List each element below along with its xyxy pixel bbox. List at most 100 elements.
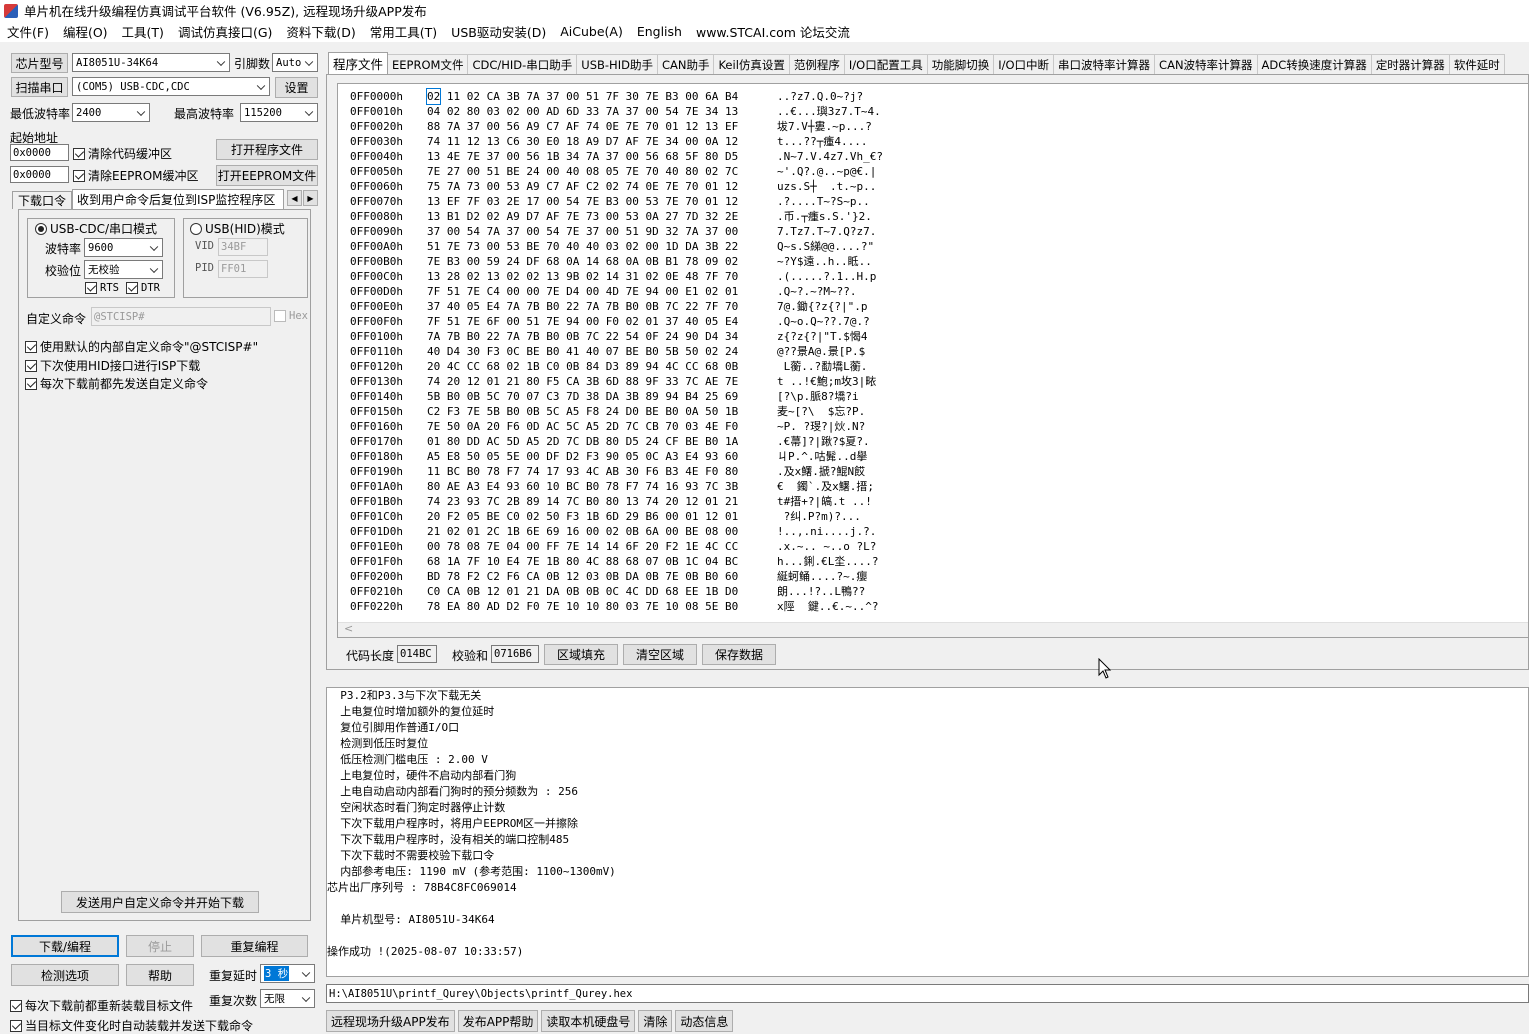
send-command-and-download-button[interactable]: 发送用户自定义命令并开始下载 bbox=[61, 891, 259, 913]
hex-row-ascii[interactable]: ~?Y$遠..h..眡.. bbox=[777, 255, 872, 268]
hex-row-ascii[interactable]: z{?z{?|"T.$愒4 bbox=[777, 330, 867, 343]
tab-14[interactable]: 软件延时 bbox=[1448, 54, 1505, 74]
menu-item-8[interactable]: English bbox=[630, 24, 689, 39]
hex-view[interactable]: 0FF0000h 02 11 02 CA 3B 7A 37 00 51 7F 30… bbox=[337, 83, 1529, 638]
hex-row[interactable]: 0FF01F0h 68 1A 7F 10 E4 7E 1B 80 4C 88 68… bbox=[350, 554, 878, 569]
hex-row-bytes[interactable]: 74 20 12 01 21 80 F5 CA 3B 6D 88 9F 33 7… bbox=[427, 374, 777, 389]
tab-11[interactable]: CAN波特率计算器 bbox=[1154, 54, 1258, 74]
hex-row-ascii[interactable]: 麦~[?\ $忘?P. bbox=[777, 405, 865, 418]
pid-input[interactable]: FF01 bbox=[218, 260, 268, 278]
menu-item-5[interactable]: 常用工具(T) bbox=[363, 22, 444, 41]
hex-row-bytes[interactable]: 7F 51 7E 6F 00 51 7E 94 00 F0 02 01 37 4… bbox=[427, 314, 777, 329]
hex-row-bytes[interactable]: 37 40 05 E4 7A 7B B0 22 7A 7B B0 0B 7C 2… bbox=[427, 299, 777, 314]
hex-row-bytes[interactable]: BD 78 F2 C2 F6 CA 0B 12 03 0B DA 0B 7E 0… bbox=[427, 569, 777, 584]
hex-row[interactable]: 0FF0170h 01 80 DD AC 5D A5 2D 7C DB 80 D5… bbox=[350, 434, 870, 449]
hex-row[interactable]: 0FF0120h 20 4C CC 68 02 1B C0 0B 84 D3 89… bbox=[350, 359, 867, 374]
hex-row-ascii[interactable]: .及x鱰.搋?鯤N餀 bbox=[777, 465, 865, 478]
hex-row-ascii[interactable]: .(.....?.1..H.p bbox=[777, 270, 876, 283]
hex-row-bytes[interactable]: 7E 50 0A 20 F6 0D AC 5C A5 2D 7C CB 70 0… bbox=[427, 419, 777, 434]
hex-row-bytes[interactable]: 13 EF 7F 03 2E 17 00 54 7E B3 00 53 7E 7… bbox=[427, 194, 777, 209]
hex-row-bytes[interactable]: 78 EA 80 AD D2 F0 7E 10 10 80 03 7E 10 0… bbox=[427, 599, 777, 614]
hex-row-bytes[interactable]: 00 78 08 7E 04 00 FF 7E 14 14 6F 20 F2 1… bbox=[427, 539, 777, 554]
hex-row-ascii[interactable]: .Q~?.~?M~??. bbox=[777, 285, 856, 298]
clear-eeprom-buffer-checkbox[interactable]: 清除EEPROM缓冲区 bbox=[73, 167, 199, 184]
hex-row-bytes[interactable]: 7A 7B B0 22 7A 7B B0 0B 7C 22 54 0F 24 9… bbox=[427, 329, 777, 344]
tab-2[interactable]: CDC/HID-串口助手 bbox=[467, 54, 578, 74]
hex-row-bytes[interactable]: 13 B1 D2 02 A9 D7 AF 7E 73 00 53 0A 27 7… bbox=[427, 209, 777, 224]
repeat-count-select[interactable]: 无限 bbox=[260, 989, 315, 1008]
hex-row-ascii[interactable]: ..€...璵3z7.T~4. bbox=[777, 105, 881, 118]
baud-select[interactable]: 9600 bbox=[84, 238, 163, 257]
download-program-button[interactable]: 下载/编程 bbox=[11, 935, 119, 957]
hex-row[interactable]: 0FF00B0h 7E B3 00 59 24 DF 68 0A 14 68 0A… bbox=[350, 254, 872, 269]
hex-row-ascii[interactable]: 朗...!?..L鴨?? bbox=[777, 585, 865, 598]
hex-row-ascii[interactable]: x陘 鍵..€.~..^? bbox=[777, 600, 878, 613]
hex-row[interactable]: 0FF00C0h 13 28 02 13 02 02 13 9B 02 14 31… bbox=[350, 269, 876, 284]
bottom-button-4[interactable]: 动态信息 bbox=[675, 1010, 734, 1032]
vid-input[interactable]: 34BF bbox=[218, 238, 268, 256]
hex-row-bytes[interactable]: C2 F3 7E 5B B0 0B 5C A5 F8 24 D0 BE B0 0… bbox=[427, 404, 777, 419]
hex-row-bytes[interactable]: C0 CA 0B 12 01 21 DA 0B 0B 0C 4C DD 68 E… bbox=[427, 584, 777, 599]
scroll-left-arrow-icon[interactable]: < bbox=[344, 622, 353, 635]
hex-row[interactable]: 0FF00A0h 51 7E 73 00 53 BE 70 40 40 03 02… bbox=[350, 239, 874, 254]
clear-code-buffer-checkbox[interactable]: 清除代码缓冲区 bbox=[73, 145, 172, 162]
hex-row-bytes[interactable]: 37 00 54 7A 37 00 54 7E 37 00 51 9D 32 7… bbox=[427, 224, 777, 239]
hex-row-bytes[interactable]: 88 7A 37 00 56 A9 C7 AF 74 0E 7E 70 01 1… bbox=[427, 119, 777, 134]
hex-row[interactable]: 0FF0190h 11 BC B0 78 F7 74 17 93 4C AB 30… bbox=[350, 464, 865, 479]
bottom-button-0[interactable]: 远程现场升级APP发布 bbox=[326, 1010, 455, 1032]
use-hid-next-checkbox[interactable]: 下次使用HID接口进行ISP下载 bbox=[25, 357, 200, 374]
hex-row-bytes[interactable]: 13 4E 7E 37 00 56 1B 34 7A 37 00 56 68 5… bbox=[427, 149, 777, 164]
min-baud-select[interactable]: 2400 bbox=[72, 103, 150, 122]
output-log[interactable]: P3.2和P3.3与下次下载无关 上电复位时增加额外的复位延时 复位引脚用作普通… bbox=[326, 687, 1529, 977]
hex-row-ascii[interactable]: uzs.S┼ .t.~p.. bbox=[777, 180, 876, 193]
hex-row-ascii[interactable]: @??景A@.景[P.$ bbox=[777, 345, 865, 358]
hex-row-ascii[interactable]: .币.┬瘇s.S.'}2. bbox=[777, 210, 872, 223]
hex-row-bytes[interactable]: 01 80 DD AC 5D A5 2D 7C DB 80 D5 24 CF B… bbox=[427, 434, 777, 449]
hex-row-ascii[interactable]: .€菷]?|踿?$夏?. bbox=[777, 435, 870, 448]
hex-row-bytes[interactable]: 68 1A 7F 10 E4 7E 1B 80 4C 88 68 07 0B 1… bbox=[427, 554, 777, 569]
hex-row[interactable]: 0FF0210h C0 CA 0B 12 01 21 DA 0B 0B 0C 4C… bbox=[350, 584, 865, 599]
hex-row-bytes[interactable]: 75 7A 73 00 53 A9 C7 AF C2 02 74 0E 7E 7… bbox=[427, 179, 777, 194]
hex-row[interactable]: 0FF0080h 13 B1 D2 02 A9 D7 AF 7E 73 00 53… bbox=[350, 209, 872, 224]
hex-row-bytes[interactable]: 13 28 02 13 02 02 13 9B 02 14 31 02 0E 4… bbox=[427, 269, 777, 284]
hex-row-ascii[interactable]: .x.~.. ~..o ?L? bbox=[777, 540, 876, 553]
dtr-checkbox[interactable]: DTR bbox=[126, 282, 160, 294]
hex-row-bytes[interactable]: 7E B3 00 59 24 DF 68 0A 14 68 0A 0B B1 7… bbox=[427, 254, 777, 269]
hex-row[interactable]: 0FF0150h C2 F3 7E 5B B0 0B 5C A5 F8 24 D0… bbox=[350, 404, 865, 419]
hex-row-ascii[interactable]: ~'.Q?.@..~p@€.| bbox=[777, 165, 876, 178]
hex-row[interactable]: 0FF0140h 5B B0 0B 5C 70 07 C3 7D 38 DA 3B… bbox=[350, 389, 859, 404]
tab-9[interactable]: I/O口中断 bbox=[993, 54, 1055, 74]
hex-row-ascii[interactable]: 綖蚵鲬....?~.癭 bbox=[777, 570, 867, 583]
hex-row[interactable]: 0FF0050h 7E 27 00 51 BE 24 00 40 08 05 7E… bbox=[350, 164, 876, 179]
hex-row[interactable]: 0FF00D0h 7F 51 7E C4 00 00 7E D4 00 4D 7E… bbox=[350, 284, 856, 299]
tab-8[interactable]: 功能脚切换 bbox=[926, 54, 995, 74]
hex-row-ascii[interactable]: .Q~o.Q~??.7@.? bbox=[777, 315, 870, 328]
hex-row[interactable]: 0FF01D0h 21 02 01 2C 1B 6E 69 16 00 02 0B… bbox=[350, 524, 876, 539]
tab-scroll-right-icon[interactable]: ▶ bbox=[303, 190, 318, 206]
tab-0[interactable]: 程序文件 bbox=[328, 52, 389, 74]
menu-item-3[interactable]: 调试仿真接口(G) bbox=[171, 22, 279, 41]
hex-row-bytes[interactable]: 74 11 12 13 C6 30 E0 18 A9 D7 AF 7E 34 0… bbox=[427, 134, 777, 149]
pin-count-select[interactable]: Auto bbox=[272, 53, 318, 72]
hex-row[interactable]: 0FF0090h 37 00 54 7A 37 00 54 7E 37 00 51… bbox=[350, 224, 876, 239]
repeat-program-button[interactable]: 重复编程 bbox=[201, 935, 308, 957]
hex-row-ascii[interactable]: .?....T~?S~p.. bbox=[777, 195, 870, 208]
menu-item-2[interactable]: 工具(T) bbox=[115, 22, 171, 41]
bottom-button-2[interactable]: 读取本机硬盘号 bbox=[541, 1010, 636, 1032]
reload-before-download-checkbox[interactable]: 每次下载前都重新装载目标文件 bbox=[10, 997, 193, 1014]
help-button[interactable]: 帮助 bbox=[126, 964, 194, 986]
menu-item-0[interactable]: 文件(F) bbox=[0, 22, 56, 41]
menu-item-4[interactable]: 资料下载(D) bbox=[279, 22, 362, 41]
tab-5[interactable]: Keil仿真设置 bbox=[713, 54, 790, 74]
hex-row[interactable]: 0FF0180h A5 E8 50 05 5E 00 DF D2 F3 90 05… bbox=[350, 449, 867, 464]
hex-row[interactable]: 0FF0220h 78 EA 80 AD D2 F0 7E 10 10 80 03… bbox=[350, 599, 878, 614]
tab-6[interactable]: 范例程序 bbox=[788, 54, 845, 74]
hex-row-bytes[interactable]: 20 4C CC 68 02 1B C0 0B 84 D3 89 94 4C C… bbox=[427, 359, 777, 374]
hex-row-ascii[interactable]: ?纠.P?m)?... bbox=[777, 510, 861, 523]
hex-row[interactable]: 0FF00E0h 37 40 05 E4 7A 7B B0 22 7A 7B B0… bbox=[350, 299, 867, 314]
hex-row-ascii[interactable]: 7.Tz7.T~7.Q?z7. bbox=[777, 225, 876, 238]
hex-row-ascii[interactable]: Q~s.S綈@@....?" bbox=[777, 240, 874, 253]
hex-row[interactable]: 0FF0160h 7E 50 0A 20 F6 0D AC 5C A5 2D 7C… bbox=[350, 419, 865, 434]
hex-checkbox[interactable]: Hex bbox=[274, 310, 308, 322]
tab-13[interactable]: 定时器计算器 bbox=[1370, 54, 1450, 74]
